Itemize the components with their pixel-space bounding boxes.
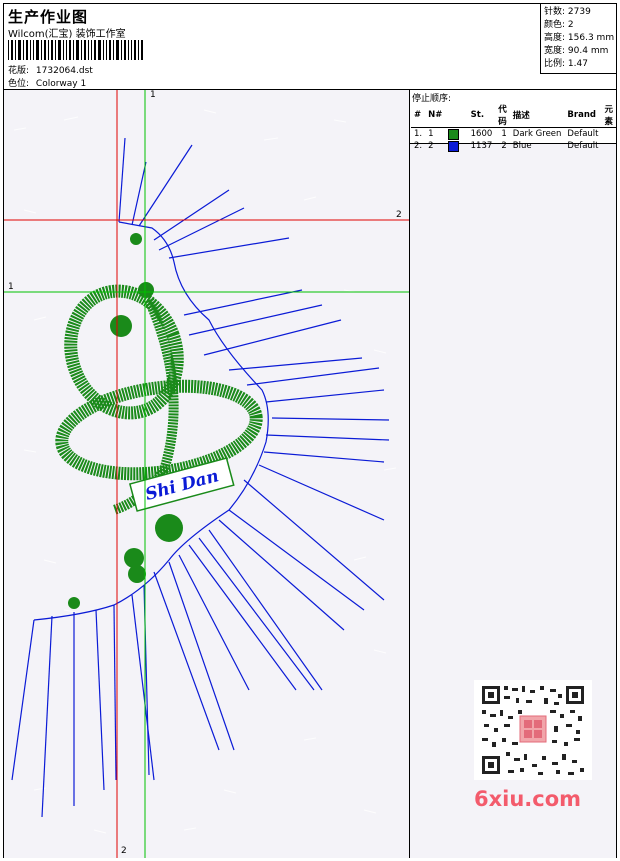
design-label: 花版: [8,66,30,76]
stop-sequence-table: # N# St. 代码 描述 Brand 元素 1. 1 1600 1 Dark… [411,103,616,152]
stat-width: 宽度: 90.4 mm [544,46,609,56]
qr-center-logo [519,715,547,743]
horizontal-green-guide-label: 1 [8,282,14,292]
production-sheet: 生产作业图 Wilcom(汇宝) 装饰工作室 花版: 1732064.dst 色… [3,3,617,858]
stat-colors: 颜色: 2 [544,20,574,30]
color-swatch [448,128,460,140]
colorway-value: Colorway 1 [35,79,87,89]
vertical-green-guide-label: 1 [150,90,156,100]
watermark: 6xiu.com [474,787,582,811]
design-canvas: Shi Dan 1 2 2 1 [4,90,410,858]
table-header: # N# St. 代码 描述 Brand 元素 [411,103,616,128]
table-row: 2. 2 1137 2 Blue Default [414,140,599,152]
qr-code [474,680,592,780]
design-row: 花版: 1732064.dst [8,63,93,76]
blue-rays-lower [11,509,365,818]
table-row: 1. 1 1600 1 Dark Green Default [414,128,599,140]
colorway-label: 色位: [8,79,30,89]
design-value: 1732064.dst [35,66,93,76]
page-title: 生产作业图 [8,8,89,26]
stat-scale: 比例: 1.47 [544,59,588,69]
header: 生产作业图 Wilcom(汇宝) 装饰工作室 花版: 1732064.dst 色… [4,4,616,90]
barcode [8,40,143,60]
stat-height: 高度: 156.3 mm [544,33,615,43]
colorway-row: 色位: Colorway 1 [8,76,86,89]
stop-sequence-box: 停止顺序: # N# St. 代码 描述 Brand 元素 1. 1 1600 … [410,90,616,152]
color-swatch [448,140,460,152]
company-name: Wilcom(汇宝) 装饰工作室 [8,29,126,40]
stats-box: 针数: 2739 颜色: 2 高度: 156.3 mm 宽度: 90.4 mm … [540,4,616,74]
embroidery-preview: Shi Dan [4,90,409,858]
stop-sequence-panel: 停止顺序: # N# St. 代码 描述 Brand 元素 1. 1 1600 … [410,90,616,858]
stat-stitches: 针数: 2739 [544,7,591,17]
horizontal-red-guide-label: 2 [396,210,402,220]
vertical-red-guide-label: 2 [121,846,127,856]
